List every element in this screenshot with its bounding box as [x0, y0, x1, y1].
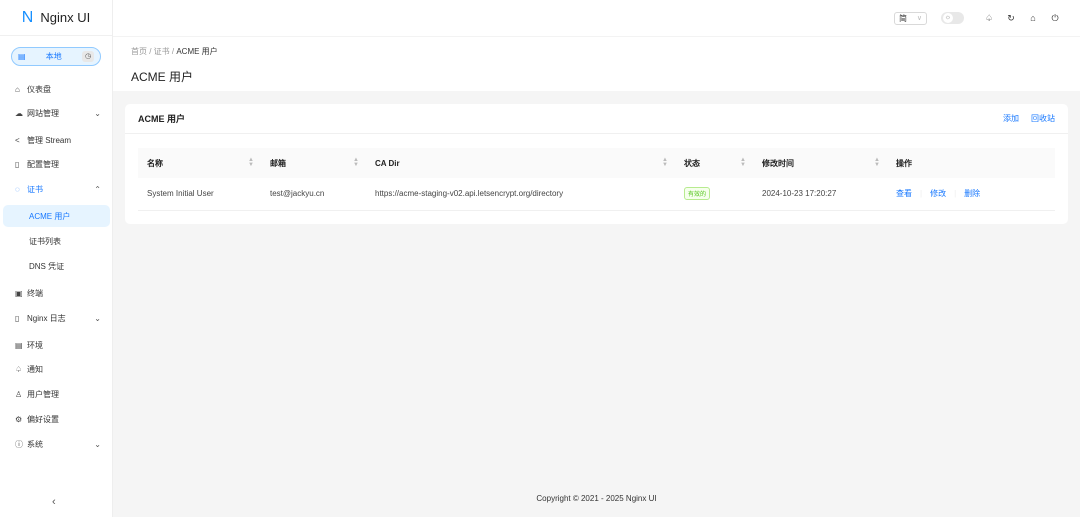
sidebar-item-sites[interactable]: ☁ 网站管理 ⌄: [3, 102, 110, 124]
sidebar-item-config[interactable]: ▯ 配置管理: [3, 153, 110, 175]
sidebar-item-label: 用户管理: [27, 389, 59, 399]
collapse-sidebar-button[interactable]: ‹: [52, 496, 56, 508]
add-button[interactable]: 添加: [1003, 113, 1019, 124]
clock-icon[interactable]: ◷: [82, 51, 94, 62]
breadcrumb-current: ACME 用户: [176, 47, 218, 56]
share-icon: <: [15, 135, 20, 145]
info-icon: ⓘ: [15, 439, 23, 449]
sidebar-item-label: 证书列表: [29, 236, 61, 246]
sidebar-item-label: ACME 用户: [29, 211, 71, 221]
sidebar-item-preferences[interactable]: ⚙ 偏好设置: [3, 408, 110, 430]
home-icon[interactable]: ⌂: [1022, 13, 1044, 23]
file-icon: ▯: [15, 159, 20, 169]
chevron-up-icon: ⌃: [94, 184, 101, 194]
sidebar-item-label: Nginx 日志: [27, 313, 66, 323]
sort-icon[interactable]: ▲ ▼: [740, 157, 746, 168]
cell-ca-dir: https://acme-staging-v02.api.letsencrypt…: [366, 178, 675, 211]
column-ca-dir[interactable]: CA Dir ▲ ▼: [366, 148, 675, 178]
sort-icon[interactable]: ▲ ▼: [662, 157, 668, 168]
sidebar-item-acme-users[interactable]: ACME 用户: [3, 205, 110, 227]
bell-icon[interactable]: ♤: [978, 13, 1000, 24]
sidebar-item-label: 偏好设置: [27, 414, 59, 424]
gear-icon: ⚙: [15, 414, 23, 424]
sidebar-item-notifications[interactable]: ♤ 通知: [3, 358, 110, 380]
cell-email: test@jackyu.cn: [261, 178, 366, 211]
recycle-bin-button[interactable]: 回收站: [1031, 113, 1055, 124]
chevron-down-icon: ⌄: [94, 108, 101, 118]
sort-icon[interactable]: ▲ ▼: [353, 157, 359, 168]
cell-updated: 2024-10-23 17:20:27: [753, 178, 887, 211]
chevron-down-icon: ∨: [916, 15, 922, 22]
column-email[interactable]: 邮箱 ▲ ▼: [261, 148, 366, 178]
chevron-down-icon: ⌄: [94, 313, 101, 323]
file-text-icon: ▯: [15, 313, 20, 323]
server-icon: ▤: [18, 52, 26, 61]
chevron-down-icon: ⌄: [94, 439, 101, 449]
sidebar-item-certificates[interactable]: ◌ 证书 ⌃: [3, 178, 110, 200]
column-name[interactable]: 名称 ▲ ▼: [138, 148, 261, 178]
environment-label: 本地: [45, 52, 62, 61]
page-header: 首页 / 证书 / ACME 用户 ACME 用户: [113, 36, 1080, 91]
column-actions: 操作: [887, 148, 1055, 178]
sidebar-item-label: 网站管理: [27, 108, 59, 118]
edit-button[interactable]: 修改: [930, 189, 946, 198]
logo[interactable]: N Nginx UI: [0, 0, 112, 36]
breadcrumb-certificates[interactable]: 证书: [154, 47, 170, 56]
logout-icon[interactable]: ⏻: [1044, 13, 1066, 24]
delete-button[interactable]: 删除: [964, 189, 980, 198]
sort-icon[interactable]: ▲ ▼: [874, 157, 880, 168]
cloud-icon: ☁: [15, 108, 23, 118]
sun-icon: ☼: [943, 13, 953, 23]
cell-actions: 查看 | 修改 | 删除: [887, 178, 1055, 211]
sidebar-item-dns-credentials[interactable]: DNS 凭证: [3, 255, 110, 277]
sidebar-item-users[interactable]: ♙ 用户管理: [3, 383, 110, 405]
sidebar-item-label: 通知: [27, 364, 43, 374]
environment-selector[interactable]: ▤ 本地 ◷: [11, 47, 101, 66]
sidebar-item-label: 环境: [27, 340, 43, 350]
cell-status: 有效的: [675, 178, 753, 211]
page-title: ACME 用户: [131, 70, 194, 84]
reload-icon[interactable]: ↻: [1000, 13, 1022, 24]
app-title: Nginx UI: [40, 10, 91, 25]
table-row: System Initial User test@jackyu.cn https…: [138, 178, 1055, 211]
column-updated[interactable]: 修改时间 ▲ ▼: [753, 148, 887, 178]
breadcrumb: 首页 / 证书 / ACME 用户: [131, 47, 218, 56]
theme-toggle[interactable]: ☼: [941, 12, 964, 24]
card-title: ACME 用户: [138, 114, 185, 124]
sidebar-item-stream[interactable]: < 管理 Stream: [3, 129, 110, 151]
shield-icon: ◌: [15, 184, 20, 194]
sidebar-item-label: 配置管理: [27, 159, 59, 169]
sidebar-item-terminal[interactable]: ▣ 终端: [3, 282, 110, 304]
user-icon: ♙: [15, 389, 23, 399]
acme-users-table: 名称 ▲ ▼ 邮箱 ▲ ▼ CA Dir ▲ ▼ 状态 ▲ ▼ 修改时间 ▲ ▼ 操作 System…: [138, 148, 1055, 211]
terminal-icon: ▣: [15, 288, 23, 298]
sidebar: N Nginx UI ▤ 本地 ◷ ⌂ 仪表盘 ☁ 网站管理 ⌄ < 管理 Stream ▯ 配…: [0, 0, 113, 517]
top-header: 简 ∨ ☼ ♤ ↻ ⌂ ⏻: [113, 0, 1080, 36]
sidebar-item-dashboard[interactable]: ⌂ 仪表盘: [3, 78, 110, 100]
sidebar-item-label: 证书: [27, 184, 43, 194]
sidebar-item-label: 仪表盘: [27, 84, 51, 94]
acme-users-card: ACME 用户 添加 回收站 名称 ▲ ▼ 邮箱 ▲ ▼ CA Dir ▲ ▼ 状态 ▲ ▼ 修改时…: [125, 104, 1068, 224]
sort-icon[interactable]: ▲ ▼: [248, 157, 254, 168]
footer-copyright: Copyright © 2021 - 2025 Nginx UI: [536, 494, 657, 503]
cell-name: System Initial User: [138, 178, 261, 211]
sidebar-item-label: 终端: [27, 288, 43, 298]
bell-icon: ♤: [15, 364, 23, 374]
sidebar-item-environment[interactable]: ▤ 环境: [3, 334, 110, 356]
breadcrumb-home[interactable]: 首页: [131, 47, 147, 56]
view-button[interactable]: 查看: [896, 189, 912, 198]
status-badge: 有效的: [684, 187, 711, 201]
home-icon: ⌂: [15, 84, 20, 94]
sidebar-item-cert-list[interactable]: 证书列表: [3, 230, 110, 252]
sidebar-item-label: DNS 凭证: [29, 261, 65, 271]
sidebar-item-nginx-log[interactable]: ▯ Nginx 日志 ⌄: [3, 307, 110, 329]
logo-icon: N: [21, 8, 34, 26]
language-value: 简: [899, 13, 907, 23]
database-icon: ▤: [15, 340, 23, 350]
sidebar-item-label: 管理 Stream: [27, 135, 72, 145]
sidebar-item-label: 系统: [27, 439, 43, 449]
language-select[interactable]: 简 ∨: [894, 11, 927, 25]
sidebar-item-system[interactable]: ⓘ 系统 ⌄: [3, 433, 110, 455]
column-status[interactable]: 状态 ▲ ▼: [675, 148, 753, 178]
